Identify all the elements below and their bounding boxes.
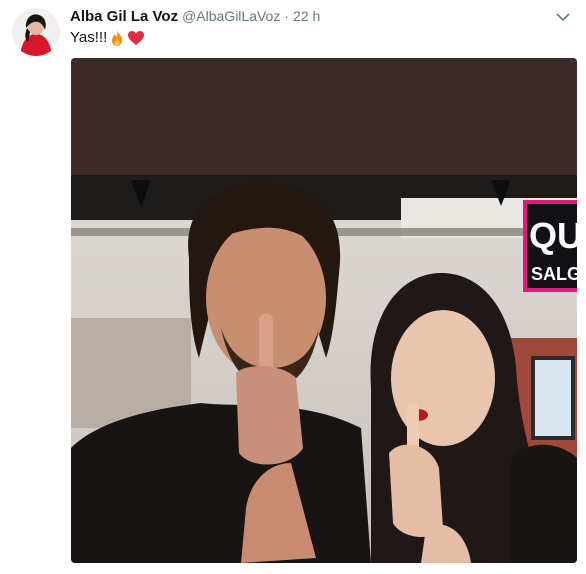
chevron-down-icon[interactable] — [554, 8, 572, 26]
fire-emoji — [108, 29, 126, 47]
display-name[interactable]: Alba Gil La Voz — [70, 7, 178, 27]
timestamp[interactable]: 22 h — [293, 6, 320, 26]
user-handle[interactable]: @AlbaGilLaVoz — [182, 6, 280, 26]
tweet-card[interactable]: Alba Gil La Voz @AlbaGilLaVoz · 22 h Yas… — [0, 0, 586, 574]
tweet-text: Yas!!! — [70, 28, 578, 48]
separator-dot: · — [284, 8, 290, 24]
avatar[interactable] — [12, 8, 60, 56]
tweet-text-body: Yas!!! — [70, 29, 108, 46]
sign-text-bottom: SALGA — [531, 264, 577, 284]
photo-image: QU SALGA — [71, 58, 577, 563]
sign-text-top: QU — [529, 215, 577, 256]
tweet-content: Alba Gil La Voz @AlbaGilLaVoz · 22 h Yas… — [70, 6, 578, 48]
tweet-header: Alba Gil La Voz @AlbaGilLaVoz · 22 h — [70, 6, 578, 27]
tweet-photo[interactable]: QU SALGA — [71, 58, 577, 563]
red-heart-emoji — [127, 29, 145, 47]
avatar-image — [12, 8, 60, 56]
